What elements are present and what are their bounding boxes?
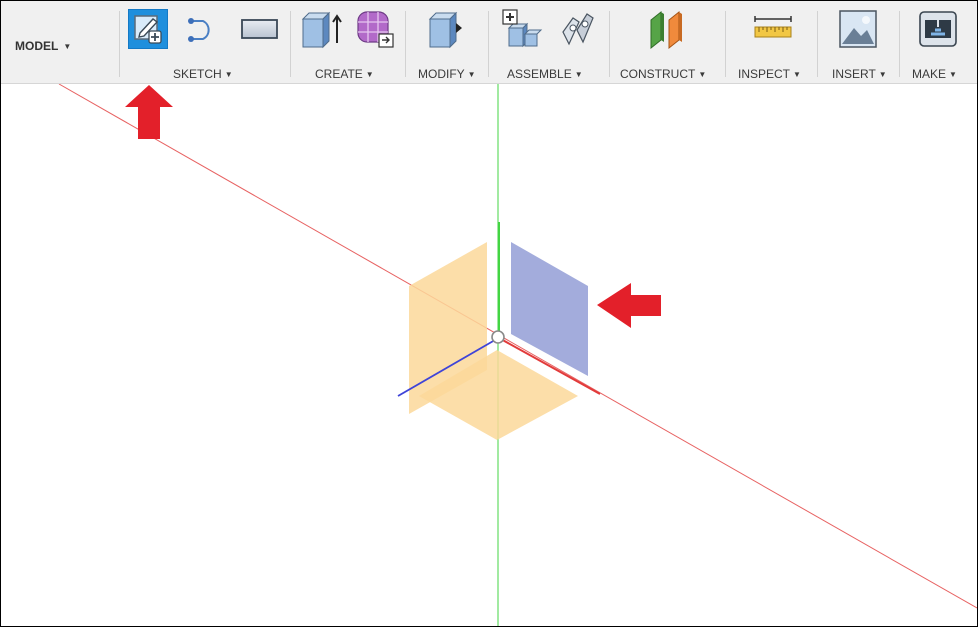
- insert-image-button[interactable]: [836, 9, 880, 49]
- canvas-viewport[interactable]: [1, 84, 977, 626]
- joint-icon: [557, 8, 599, 50]
- chevron-down-icon: ▼: [467, 69, 476, 79]
- sketch-label: SKETCH: [173, 67, 222, 81]
- chevron-down-icon: ▼: [574, 69, 583, 79]
- new-component-icon: [499, 8, 545, 50]
- create-menu[interactable]: CREATE ▼: [315, 67, 374, 81]
- insert-image-icon: [837, 8, 879, 50]
- chevron-down-icon: ▼: [793, 69, 801, 79]
- assemble-menu[interactable]: ASSEMBLE ▼: [507, 67, 583, 81]
- inspect-label: INSPECT: [738, 67, 791, 81]
- inspect-menu[interactable]: INSPECT ▼: [738, 67, 801, 81]
- inspect-group: INSPECT ▼: [726, 1, 816, 83]
- workspace-dropdown[interactable]: MODEL ▼: [15, 37, 71, 55]
- insert-label: INSERT: [832, 67, 876, 81]
- form-button[interactable]: [353, 9, 397, 49]
- make-group: MAKE ▼: [900, 1, 976, 83]
- press-pull-icon: [424, 9, 470, 49]
- insert-menu[interactable]: INSERT ▼: [832, 67, 887, 81]
- annotation-arrow-left: [597, 283, 661, 328]
- 3d-print-button[interactable]: [916, 9, 960, 49]
- spline-button[interactable]: [184, 9, 224, 49]
- toolbar-separator: [119, 11, 120, 77]
- workspace-label: MODEL: [15, 39, 59, 53]
- make-label: MAKE: [912, 67, 947, 81]
- modify-group: MODIFY ▼: [406, 1, 486, 83]
- spline-icon: [183, 13, 225, 45]
- 3d-print-icon: [917, 8, 959, 50]
- chevron-down-icon: ▼: [878, 69, 887, 79]
- insert-group: INSERT ▼: [818, 1, 898, 83]
- extrude-box-icon: [299, 9, 345, 49]
- chevron-down-icon: ▼: [224, 69, 233, 79]
- create-label: CREATE: [315, 67, 363, 81]
- chevron-down-icon: ▼: [698, 69, 707, 79]
- extrude-button[interactable]: [299, 9, 345, 49]
- construct-menu[interactable]: CONSTRUCT ▼: [620, 67, 706, 81]
- chevron-down-icon: ▼: [949, 69, 957, 79]
- chevron-down-icon: ▼: [63, 41, 72, 51]
- sketch-menu[interactable]: SKETCH ▼: [173, 67, 233, 81]
- offset-plane-button[interactable]: [644, 8, 690, 50]
- press-pull-button[interactable]: [424, 9, 470, 49]
- measure-ruler-icon: [751, 13, 795, 45]
- yz-plane[interactable]: [511, 242, 588, 376]
- origin-point[interactable]: [491, 330, 505, 344]
- modify-menu[interactable]: MODIFY ▼: [418, 67, 476, 81]
- new-component-button[interactable]: [499, 9, 545, 49]
- construct-label: CONSTRUCT: [620, 67, 696, 81]
- assemble-group: ASSEMBLE ▼: [489, 1, 607, 83]
- create-sketch-button[interactable]: [128, 9, 168, 49]
- sketch-group: SKETCH ▼: [121, 1, 289, 83]
- offset-plane-icon: [645, 8, 689, 50]
- toolbar: MODEL ▼ SKETCH ▼ CREATE ▼ MODIFY ▼ ASSEM…: [1, 1, 977, 84]
- form-grid-icon: [353, 8, 397, 50]
- rectangle-button[interactable]: [237, 9, 283, 49]
- measure-button[interactable]: [750, 9, 796, 49]
- modify-label: MODIFY: [418, 67, 465, 81]
- assemble-label: ASSEMBLE: [507, 67, 572, 81]
- x-axis-line: [58, 84, 977, 609]
- create-group: CREATE ▼: [291, 1, 403, 83]
- app-window: MODEL ▼ SKETCH ▼ CREATE ▼ MODIFY ▼ ASSEM…: [0, 0, 978, 627]
- annotation-arrow-up: [125, 85, 173, 139]
- chevron-down-icon: ▼: [365, 69, 374, 79]
- construct-group: CONSTRUCT ▼: [610, 1, 724, 83]
- create-sketch-icon: [131, 12, 165, 46]
- make-menu[interactable]: MAKE ▼: [912, 67, 957, 81]
- joint-button[interactable]: [555, 9, 601, 49]
- rectangle-icon: [239, 15, 281, 43]
